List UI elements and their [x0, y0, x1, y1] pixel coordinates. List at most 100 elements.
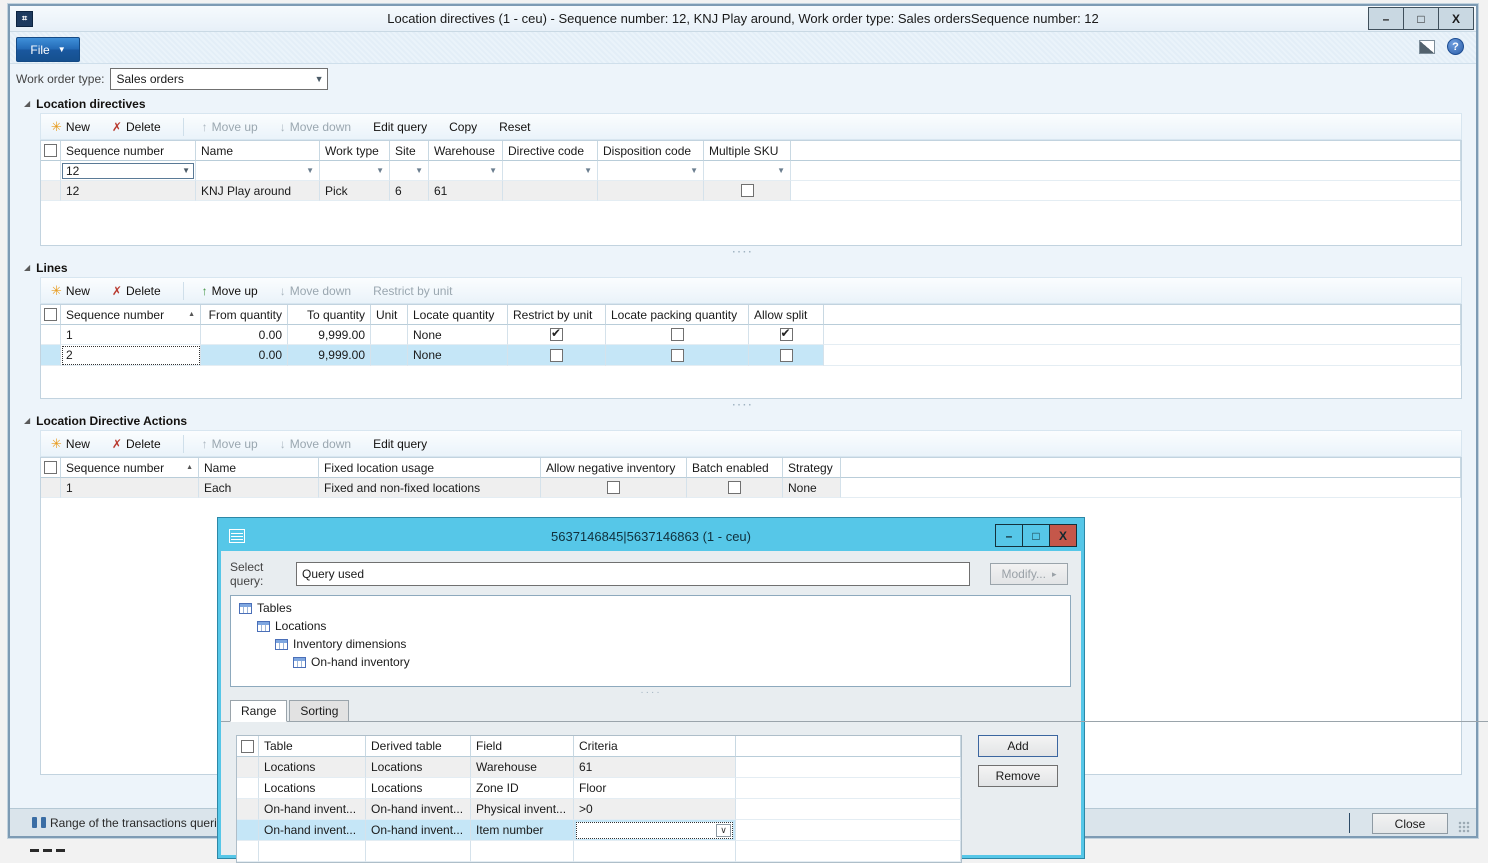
filter-disposition-code[interactable]: ▼	[598, 161, 704, 181]
column-header-strategy[interactable]: Strategy	[783, 458, 841, 478]
modify-button[interactable]: Modify... ▸	[990, 563, 1068, 585]
dialog-minimize-button[interactable]: –	[995, 524, 1023, 547]
column-header-allow-split[interactable]: Allow split	[749, 305, 824, 325]
table-row[interactable]: On-hand invent... On-hand invent... Phys…	[237, 799, 961, 820]
column-header-derived-table[interactable]: Derived table	[366, 736, 471, 757]
move-down-button[interactable]: ↓Move down	[280, 437, 351, 451]
locate-packing-checkbox[interactable]	[671, 328, 684, 341]
work-order-type-select[interactable]: Sales orders ▼	[110, 68, 328, 90]
help-icon[interactable]: ?	[1447, 38, 1464, 55]
tree-item-tables[interactable]: Tables	[237, 599, 1070, 617]
select-all-checkbox[interactable]	[41, 458, 61, 478]
restrict-by-unit-checkbox[interactable]	[550, 328, 563, 341]
delete-button[interactable]: ✗Delete	[112, 284, 161, 298]
section-lines-header[interactable]: ◢ Lines	[24, 258, 1462, 277]
tree-item-locations[interactable]: Locations	[237, 617, 1070, 635]
move-up-button[interactable]: ↑Move up	[202, 120, 258, 134]
criteria-combo-input[interactable]: ∨	[576, 822, 733, 839]
locate-packing-checkbox[interactable]	[671, 349, 684, 362]
move-down-button[interactable]: ↓Move down	[280, 284, 351, 298]
column-header-directive-code[interactable]: Directive code	[503, 141, 598, 161]
tab-range[interactable]: Range	[230, 700, 287, 722]
resize-grip-icon[interactable]: ····	[221, 687, 1081, 697]
column-header-to-quantity[interactable]: To quantity	[288, 305, 371, 325]
column-header-criteria[interactable]: Criteria	[574, 736, 736, 757]
table-row[interactable]: 1 Each Fixed and non-fixed locations Non…	[41, 478, 1461, 498]
column-header-allow-negative-inventory[interactable]: Allow negative inventory	[541, 458, 687, 478]
allow-split-checkbox[interactable]	[780, 328, 793, 341]
select-all-checkbox[interactable]	[237, 736, 259, 757]
dialog-close-button[interactable]: X	[1049, 524, 1077, 547]
column-header-warehouse[interactable]: Warehouse	[429, 141, 503, 161]
resize-grip-icon[interactable]: ····	[24, 246, 1462, 258]
move-up-button[interactable]: ↑Move up	[202, 437, 258, 451]
allow-negative-checkbox[interactable]	[607, 481, 620, 494]
layout-pane-icon[interactable]	[1419, 40, 1435, 54]
table-row-selected[interactable]: 2 0.00 9,999.00 None	[41, 345, 1461, 366]
tree-item-inventory-dimensions[interactable]: Inventory dimensions	[237, 635, 1070, 653]
select-all-checkbox[interactable]	[41, 141, 61, 161]
column-header-from-quantity[interactable]: From quantity	[201, 305, 288, 325]
column-header-work-type[interactable]: Work type	[320, 141, 390, 161]
column-header-unit[interactable]: Unit	[371, 305, 408, 325]
new-button[interactable]: ✳New	[51, 436, 90, 452]
file-menu-button[interactable]: File ▼	[16, 37, 80, 62]
column-header-disposition-code[interactable]: Disposition code	[598, 141, 704, 161]
table-row[interactable]: 1 0.00 9,999.00 None	[41, 325, 1461, 345]
filter-name[interactable]: ▼	[196, 161, 320, 181]
table-row-selected[interactable]: On-hand invent... On-hand invent... Item…	[237, 820, 961, 841]
multiple-sku-checkbox[interactable]	[741, 184, 754, 197]
batch-enabled-checkbox[interactable]	[728, 481, 741, 494]
reset-button[interactable]: Reset	[499, 120, 530, 134]
copy-button[interactable]: Copy	[449, 120, 477, 134]
filter-work-type[interactable]: ▼	[320, 161, 390, 181]
filter-site[interactable]: ▼	[390, 161, 429, 181]
column-header-site[interactable]: Site	[390, 141, 429, 161]
tab-sorting[interactable]: Sorting	[289, 700, 349, 722]
edit-query-button[interactable]: Edit query	[373, 120, 427, 134]
new-button[interactable]: ✳New	[51, 119, 90, 135]
filter-multiple-sku[interactable]: ▼	[704, 161, 791, 181]
select-query-input[interactable]: Query used	[296, 562, 970, 586]
move-up-button[interactable]: ↑Move up	[202, 284, 258, 298]
column-header-name[interactable]: Name	[196, 141, 320, 161]
column-header-sequence-number[interactable]: Sequence number▲	[61, 458, 199, 478]
add-button[interactable]: Add	[978, 735, 1058, 757]
maximize-button[interactable]: □	[1403, 7, 1439, 30]
delete-button[interactable]: ✗Delete	[112, 120, 161, 134]
resize-grip-icon[interactable]: ····	[24, 399, 1462, 411]
restrict-by-unit-checkbox[interactable]	[550, 349, 563, 362]
column-header-restrict-by-unit[interactable]: Restrict by unit	[508, 305, 606, 325]
new-button[interactable]: ✳New	[51, 283, 90, 299]
column-header-locate-quantity[interactable]: Locate quantity	[408, 305, 508, 325]
tree-item-on-hand-inventory[interactable]: On-hand inventory	[237, 653, 1070, 671]
edit-query-button[interactable]: Edit query	[373, 437, 427, 451]
column-header-multiple-sku[interactable]: Multiple SKU	[704, 141, 791, 161]
filter-sequence-number-combo[interactable]: 12 ▼	[62, 163, 194, 179]
remove-button[interactable]: Remove	[978, 765, 1058, 787]
move-down-button[interactable]: ↓Move down	[280, 120, 351, 134]
column-header-table[interactable]: Table	[259, 736, 366, 757]
close-button[interactable]: Close	[1372, 813, 1448, 834]
minimize-button[interactable]: –	[1368, 7, 1404, 30]
select-all-checkbox[interactable]	[41, 305, 61, 325]
table-row[interactable]: 12 KNJ Play around Pick 6 61	[41, 181, 1461, 201]
allow-split-checkbox[interactable]	[780, 349, 793, 362]
filter-directive-code[interactable]: ▼	[503, 161, 598, 181]
table-row[interactable]: Locations Locations Zone ID Floor	[237, 778, 961, 799]
window-resize-grip[interactable]	[1458, 821, 1470, 833]
column-header-field[interactable]: Field	[471, 736, 574, 757]
section-location-directives-header[interactable]: ◢ Location directives	[24, 94, 1462, 113]
filter-warehouse[interactable]: ▼	[429, 161, 503, 181]
column-header-locate-packing-quantity[interactable]: Locate packing quantity	[606, 305, 749, 325]
column-header-name[interactable]: Name	[199, 458, 319, 478]
section-actions-header[interactable]: ◢ Location Directive Actions	[24, 411, 1462, 430]
dialog-maximize-button[interactable]: □	[1022, 524, 1050, 547]
column-header-sequence-number[interactable]: Sequence number	[61, 141, 196, 161]
column-header-batch-enabled[interactable]: Batch enabled	[687, 458, 783, 478]
restrict-by-unit-button[interactable]: Restrict by unit	[373, 284, 452, 298]
column-header-fixed-location-usage[interactable]: Fixed location usage	[319, 458, 541, 478]
close-window-button[interactable]: X	[1438, 7, 1474, 30]
column-header-sequence-number[interactable]: Sequence number▲	[61, 305, 201, 325]
delete-button[interactable]: ✗Delete	[112, 437, 161, 451]
